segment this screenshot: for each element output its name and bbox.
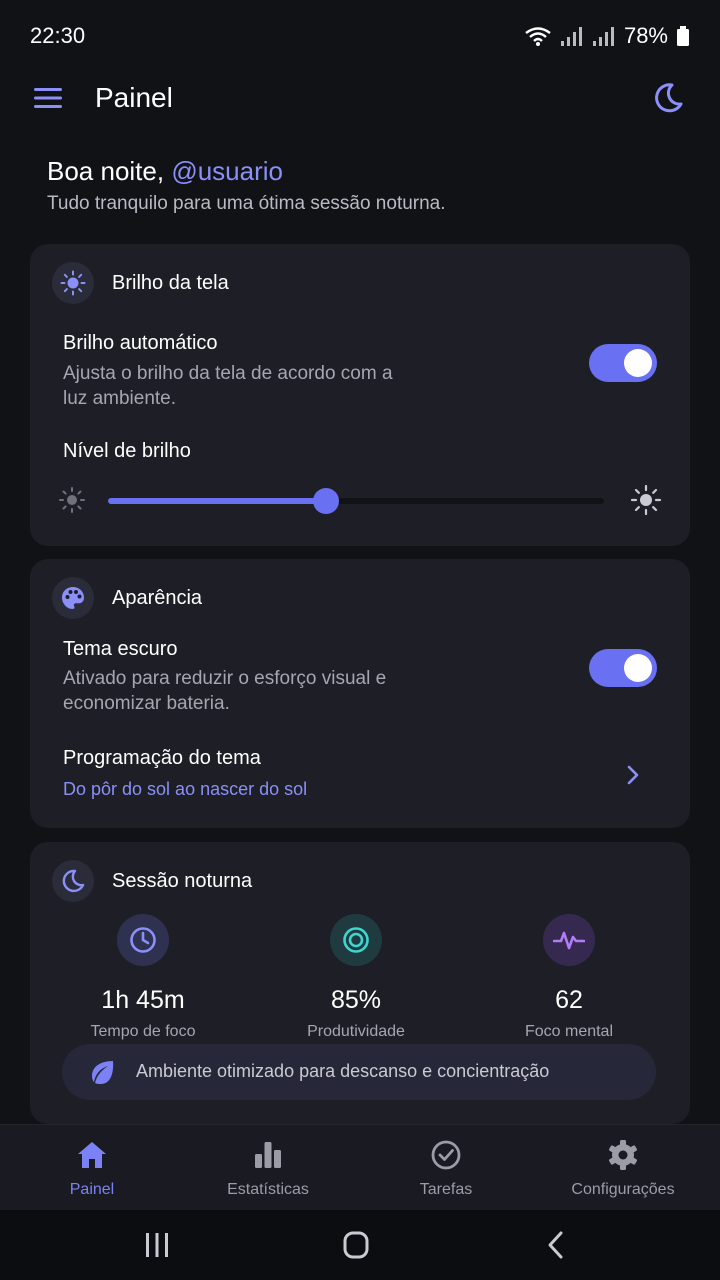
night-session-title: Sessão noturna: [112, 870, 253, 892]
sun-high-icon: [630, 484, 662, 516]
auto-brightness-label: Brilho automático: [63, 332, 218, 354]
signal-icon-2: [592, 27, 614, 46]
status-icons: 78%: [524, 23, 690, 49]
battery-percent: 78%: [623, 23, 668, 48]
stat-focus-time: 1h 45m Tempo de foco: [53, 914, 233, 1041]
greeting: Boa noite, @usuario: [47, 156, 283, 187]
appearance-title: Aparência: [112, 587, 203, 609]
home-icon: [78, 1142, 106, 1168]
stat-mental-focus: 62 Foco mental: [479, 914, 659, 1041]
signal-icon: [560, 27, 582, 46]
stat-value: 62: [555, 986, 583, 1014]
brightness-card: Brilho da tela Brilho automático Ajusta …: [30, 244, 690, 546]
status-time: 22:30: [30, 23, 86, 48]
back-icon[interactable]: [536, 1230, 576, 1260]
auto-brightness-toggle[interactable]: [589, 344, 657, 382]
nav-label: Configurações: [571, 1181, 675, 1198]
pulse-icon: [543, 914, 595, 966]
dark-theme-description: Ativado para reduzir o esforço visual e …: [63, 668, 387, 714]
page-title: Painel: [95, 82, 173, 113]
stat-value: 1h 45m: [101, 986, 185, 1014]
nav-item-configuracoes[interactable]: Configurações: [538, 1139, 708, 1199]
chevron-right-icon: [627, 765, 639, 785]
appearance-card: Aparência Tema escuro Ativado para reduz…: [30, 559, 690, 828]
brightness-slider-fill: [108, 498, 327, 504]
palette-icon: [52, 577, 94, 619]
sun-low-icon: [59, 487, 85, 513]
bar-chart-icon: [255, 1142, 281, 1168]
stat-label: Foco mental: [524, 1023, 614, 1040]
stat-label: Tempo de foco: [90, 1023, 196, 1040]
dark-theme-toggle[interactable]: [589, 649, 657, 687]
app-bar: Painel: [0, 72, 720, 126]
nav-item-estatisticas[interactable]: Estatísticas: [183, 1139, 353, 1199]
brightness-slider-thumb[interactable]: [313, 488, 340, 514]
menu-icon[interactable]: [34, 86, 62, 110]
stat-label: Produtividade: [307, 1023, 405, 1040]
nav-item-tarefas[interactable]: Tarefas: [361, 1139, 531, 1199]
ambient-banner: Ambiente otimizado para descanso e conci…: [62, 1044, 656, 1100]
system-nav-bar: [0, 1210, 720, 1280]
theme-schedule-label: Programação do tema: [63, 747, 261, 769]
battery-icon: [677, 26, 689, 46]
gear-icon: [609, 1140, 637, 1170]
brightness-level-label: Nível de brilho: [63, 440, 191, 462]
leaf-icon: [92, 1061, 114, 1084]
moon-icon[interactable]: [650, 80, 686, 116]
nav-label: Painel: [69, 1181, 115, 1198]
auto-brightness-description: Ajusta o brilho da tela de acordo com a …: [63, 363, 393, 409]
home-button-icon[interactable]: [336, 1230, 376, 1260]
brightness-slider[interactable]: [108, 488, 604, 514]
greeting-prefix: Boa noite,: [47, 156, 172, 186]
moon-small-icon: [52, 860, 94, 902]
wifi-icon: [525, 27, 551, 46]
status-bar: 22:30 78%: [0, 0, 720, 72]
nav-label: Estatísticas: [227, 1181, 309, 1198]
ambient-text: Ambiente otimizado para descanso e conci…: [136, 1061, 550, 1081]
clock-icon: [117, 914, 169, 966]
stat-value: 85%: [330, 986, 382, 1014]
target-icon: [330, 914, 382, 966]
greeting-subtitle: Tudo tranquilo para uma ótima sessão not…: [47, 193, 446, 214]
bottom-nav: Painel Estatísticas Tarefas Configuraçõe…: [0, 1124, 720, 1210]
night-session-card: Sessão noturna 1h 45m Tempo de foco 85% …: [30, 842, 690, 1124]
theme-schedule-value: Do pôr do sol ao nascer do sol: [63, 779, 308, 799]
sun-icon: [52, 262, 94, 304]
nav-item-painel[interactable]: Painel: [7, 1139, 177, 1199]
dark-theme-label: Tema escuro: [63, 638, 178, 660]
nav-label: Tarefas: [419, 1181, 473, 1198]
check-circle-icon: [431, 1140, 461, 1170]
recent-apps-icon[interactable]: [137, 1230, 177, 1260]
theme-schedule-row[interactable]: Programação do tema Do pôr do sol ao nas…: [30, 735, 690, 815]
stat-productivity: 85% Produtividade: [266, 914, 446, 1041]
user-handle: @usuario: [171, 156, 283, 186]
brightness-title: Brilho da tela: [112, 272, 229, 294]
